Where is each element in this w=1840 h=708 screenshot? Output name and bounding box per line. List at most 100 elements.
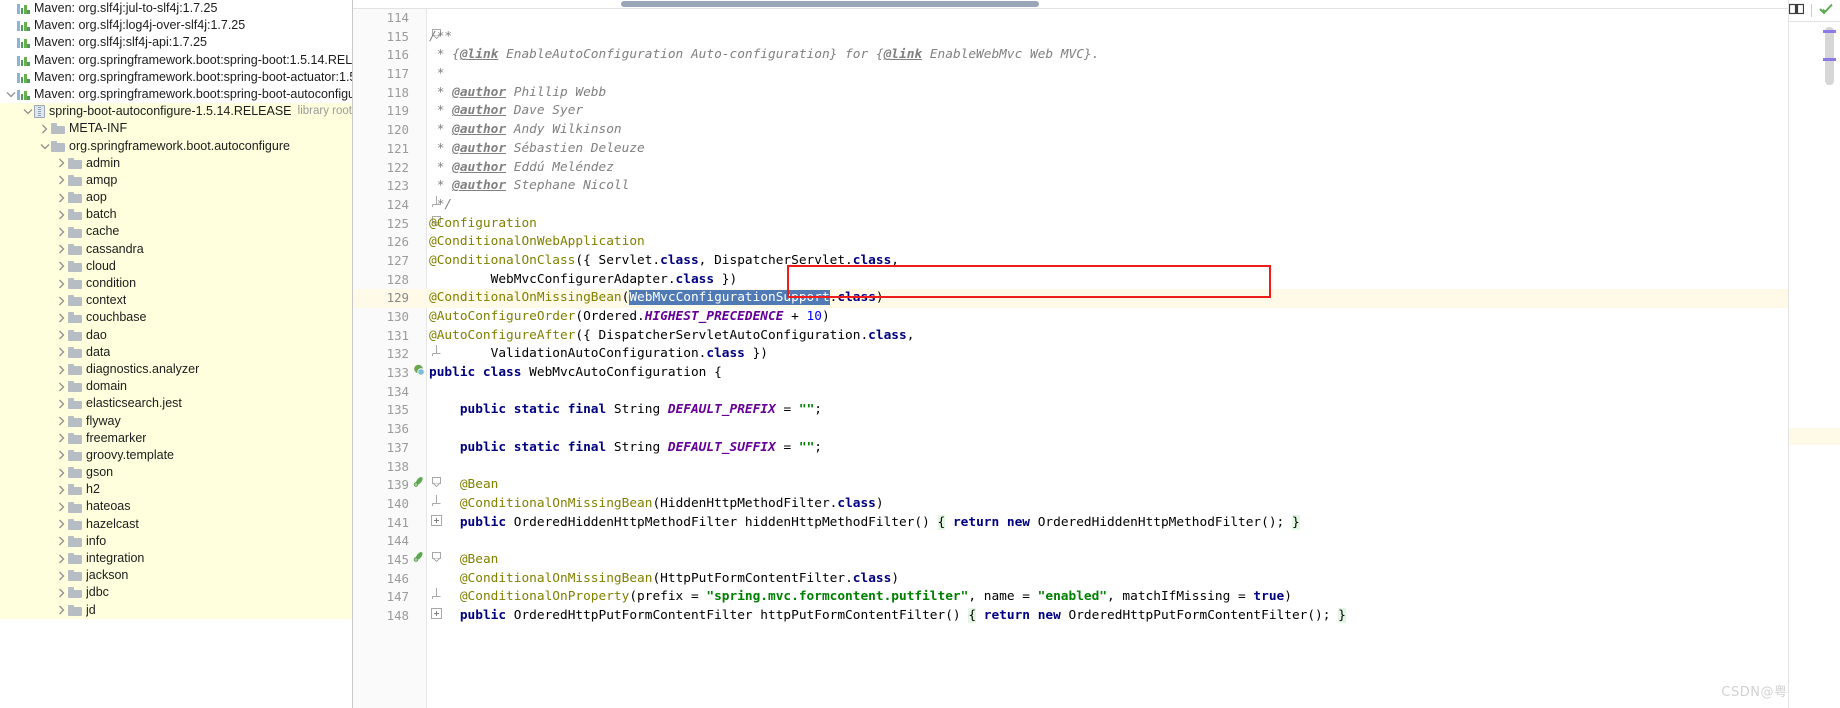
chevron-down-icon[interactable] [21, 103, 34, 120]
code-line[interactable]: 122 * @author Eddú Meléndez [353, 159, 1840, 178]
tree-item-maven-org-springframework-boot-spring-boot-actuator-1-5-14-rel[interactable]: Maven: org.springframework.boot:spring-b… [0, 69, 352, 86]
chevron-right-icon[interactable] [55, 206, 68, 223]
tree-item-maven-org-slf4j-slf4j-api-1-7-25[interactable]: Maven: org.slf4j:slf4j-api:1.7.25 [0, 34, 352, 51]
scrollbar-thumb[interactable] [621, 1, 1039, 7]
line-number[interactable]: 134 [353, 383, 409, 402]
code-line[interactable]: 131 @AutoConfigureAfter({ DispatcherServl… [353, 327, 1840, 346]
chevron-right-icon[interactable] [55, 241, 68, 258]
code-line[interactable]: 132 ValidationAutoConfiguration.class }) [353, 345, 1840, 364]
tree-item-context[interactable]: context [0, 292, 352, 310]
chevron-right-icon[interactable] [55, 395, 68, 412]
code-line[interactable]: 135 public static final String DEFAULT_P… [353, 401, 1840, 420]
reading-mode-icon[interactable] [1788, 2, 1805, 20]
line-number[interactable]: 139 [353, 476, 409, 495]
code-line[interactable]: 114 [353, 9, 1840, 28]
inspection-ok-icon[interactable] [1819, 2, 1833, 20]
chevron-right-icon[interactable] [55, 378, 68, 395]
chevron-right-icon[interactable] [55, 567, 68, 584]
tree-item-hateoas[interactable]: hateoas [0, 498, 352, 516]
code-line[interactable]: 128 WebMvcConfigurerAdapter.class }) [353, 271, 1840, 290]
chevron-down-icon[interactable] [38, 138, 51, 155]
code-lines-container[interactable]: 114 115 /** 116 * {@link EnableAutoConfigu… [353, 9, 1840, 708]
code-line[interactable]: 129 @ConditionalOnMissingBean(WebMvcConfi… [353, 289, 1840, 308]
line-number[interactable]: 128 [353, 271, 409, 290]
tree-item-cassandra[interactable]: cassandra [0, 240, 352, 258]
chevron-right-icon[interactable] [55, 327, 68, 344]
code-line[interactable]: 121 * @author Sébastien Deleuze [353, 140, 1840, 159]
code-line[interactable]: 120 * @author Andy Wilkinson [353, 121, 1840, 140]
tree-item-cache[interactable]: cache [0, 223, 352, 241]
line-number[interactable]: 136 [353, 420, 409, 439]
code-line[interactable]: 144 [353, 532, 1840, 551]
tree-item-gson[interactable]: gson [0, 464, 352, 482]
chevron-right-icon[interactable] [55, 292, 68, 309]
line-number[interactable]: 121 [353, 140, 409, 159]
line-number[interactable]: 148 [353, 607, 409, 626]
line-number[interactable]: 144 [353, 532, 409, 551]
line-number[interactable]: 126 [353, 233, 409, 252]
chevron-right-icon[interactable] [55, 447, 68, 464]
tree-item-integration[interactable]: integration [0, 550, 352, 568]
chevron-right-icon[interactable] [55, 172, 68, 189]
code-line[interactable]: 133 public class WebMvcAutoConfiguration … [353, 364, 1840, 383]
tree-item-diagnostics-analyzer[interactable]: diagnostics.analyzer [0, 360, 352, 379]
line-number[interactable]: 129 [353, 289, 409, 308]
chevron-right-icon[interactable] [55, 361, 68, 378]
line-number[interactable]: 116 [353, 46, 409, 65]
line-number[interactable]: 118 [353, 84, 409, 103]
line-number[interactable]: 114 [353, 9, 409, 28]
code-line[interactable]: 116 * {@link EnableAutoConfiguration Aut… [353, 46, 1840, 65]
run-icon[interactable] [411, 551, 427, 570]
tree-item-cloud[interactable]: cloud [0, 257, 352, 275]
code-line[interactable]: 139 @Bean [353, 476, 1840, 495]
line-number[interactable]: 119 [353, 102, 409, 121]
tree-item-groovy-template[interactable]: groovy.template [0, 446, 352, 465]
line-number[interactable]: 117 [353, 65, 409, 84]
chevron-right-icon[interactable] [55, 584, 68, 601]
tree-item-condition[interactable]: condition [0, 275, 352, 293]
tree-item-maven-org-slf4j-log4j-over-slf4j-1-7-25[interactable]: Maven: org.slf4j:log4j-over-slf4j:1.7.25 [0, 17, 352, 34]
project-tree-panel[interactable]: Maven: org.slf4j:jul-to-slf4j:1.7.25 Mave… [0, 0, 352, 708]
scroll-marker[interactable] [1823, 30, 1836, 33]
tree-item-flyway[interactable]: flyway [0, 412, 352, 430]
run-icon[interactable] [411, 476, 427, 495]
chevron-right-icon[interactable] [55, 499, 68, 516]
chevron-right-icon[interactable] [55, 413, 68, 430]
tree-item-freemarker[interactable]: freemarker [0, 429, 352, 447]
chevron-right-icon[interactable] [55, 258, 68, 275]
tree-item-data[interactable]: data [0, 343, 352, 361]
code-line[interactable]: 125 @Configuration [353, 215, 1840, 234]
code-line[interactable]: 127 @ConditionalOnClass({ Servlet.class, … [353, 252, 1840, 271]
editor-horizontal-scrollbar[interactable] [353, 0, 1840, 9]
line-number[interactable]: 145 [353, 551, 409, 570]
tree-item-maven-org-slf4j-jul-to-slf4j-1-7-25[interactable]: Maven: org.slf4j:jul-to-slf4j:1.7.25 [0, 0, 352, 17]
line-number[interactable]: 123 [353, 177, 409, 196]
line-number[interactable]: 115 [353, 28, 409, 47]
line-number[interactable]: 137 [353, 439, 409, 458]
code-line[interactable]: 147 @ConditionalOnProperty(prefix = "spr… [353, 588, 1840, 607]
line-number[interactable]: 122 [353, 159, 409, 178]
chevron-right-icon[interactable] [55, 533, 68, 550]
tree-item-jd[interactable]: jd [0, 601, 352, 619]
chevron-right-icon[interactable] [55, 224, 68, 241]
line-number[interactable]: 140 [353, 495, 409, 514]
line-number[interactable]: 146 [353, 570, 409, 589]
tree-item-jackson[interactable]: jackson [0, 567, 352, 585]
tree-item-org-springframework-boot-autoconfigure[interactable]: org.springframework.boot.autoconfigure [0, 137, 352, 155]
chevron-right-icon[interactable] [55, 430, 68, 447]
chevron-right-icon[interactable] [55, 481, 68, 498]
line-number[interactable]: 125 [353, 215, 409, 234]
chevron-right-icon[interactable] [55, 189, 68, 206]
line-number[interactable]: 147 [353, 588, 409, 607]
line-number[interactable]: 138 [353, 458, 409, 477]
line-number[interactable]: 133 [353, 364, 409, 383]
code-line[interactable]: 136 [353, 420, 1840, 439]
tree-item-maven-org-springframework-boot-spring-boot-autoconfigure-1-5-1[interactable]: Maven: org.springframework.boot:spring-b… [0, 86, 352, 103]
code-line[interactable]: 137 public static final String DEFAULT_S… [353, 439, 1840, 458]
chevron-right-icon[interactable] [55, 550, 68, 567]
tree-item-h2[interactable]: h2 [0, 481, 352, 499]
tree-item-domain[interactable]: domain [0, 378, 352, 396]
editor-vertical-scrollbar-thumb[interactable] [1825, 27, 1834, 85]
tree-item-hazelcast[interactable]: hazelcast [0, 515, 352, 533]
code-line[interactable]: 134 [353, 383, 1840, 402]
